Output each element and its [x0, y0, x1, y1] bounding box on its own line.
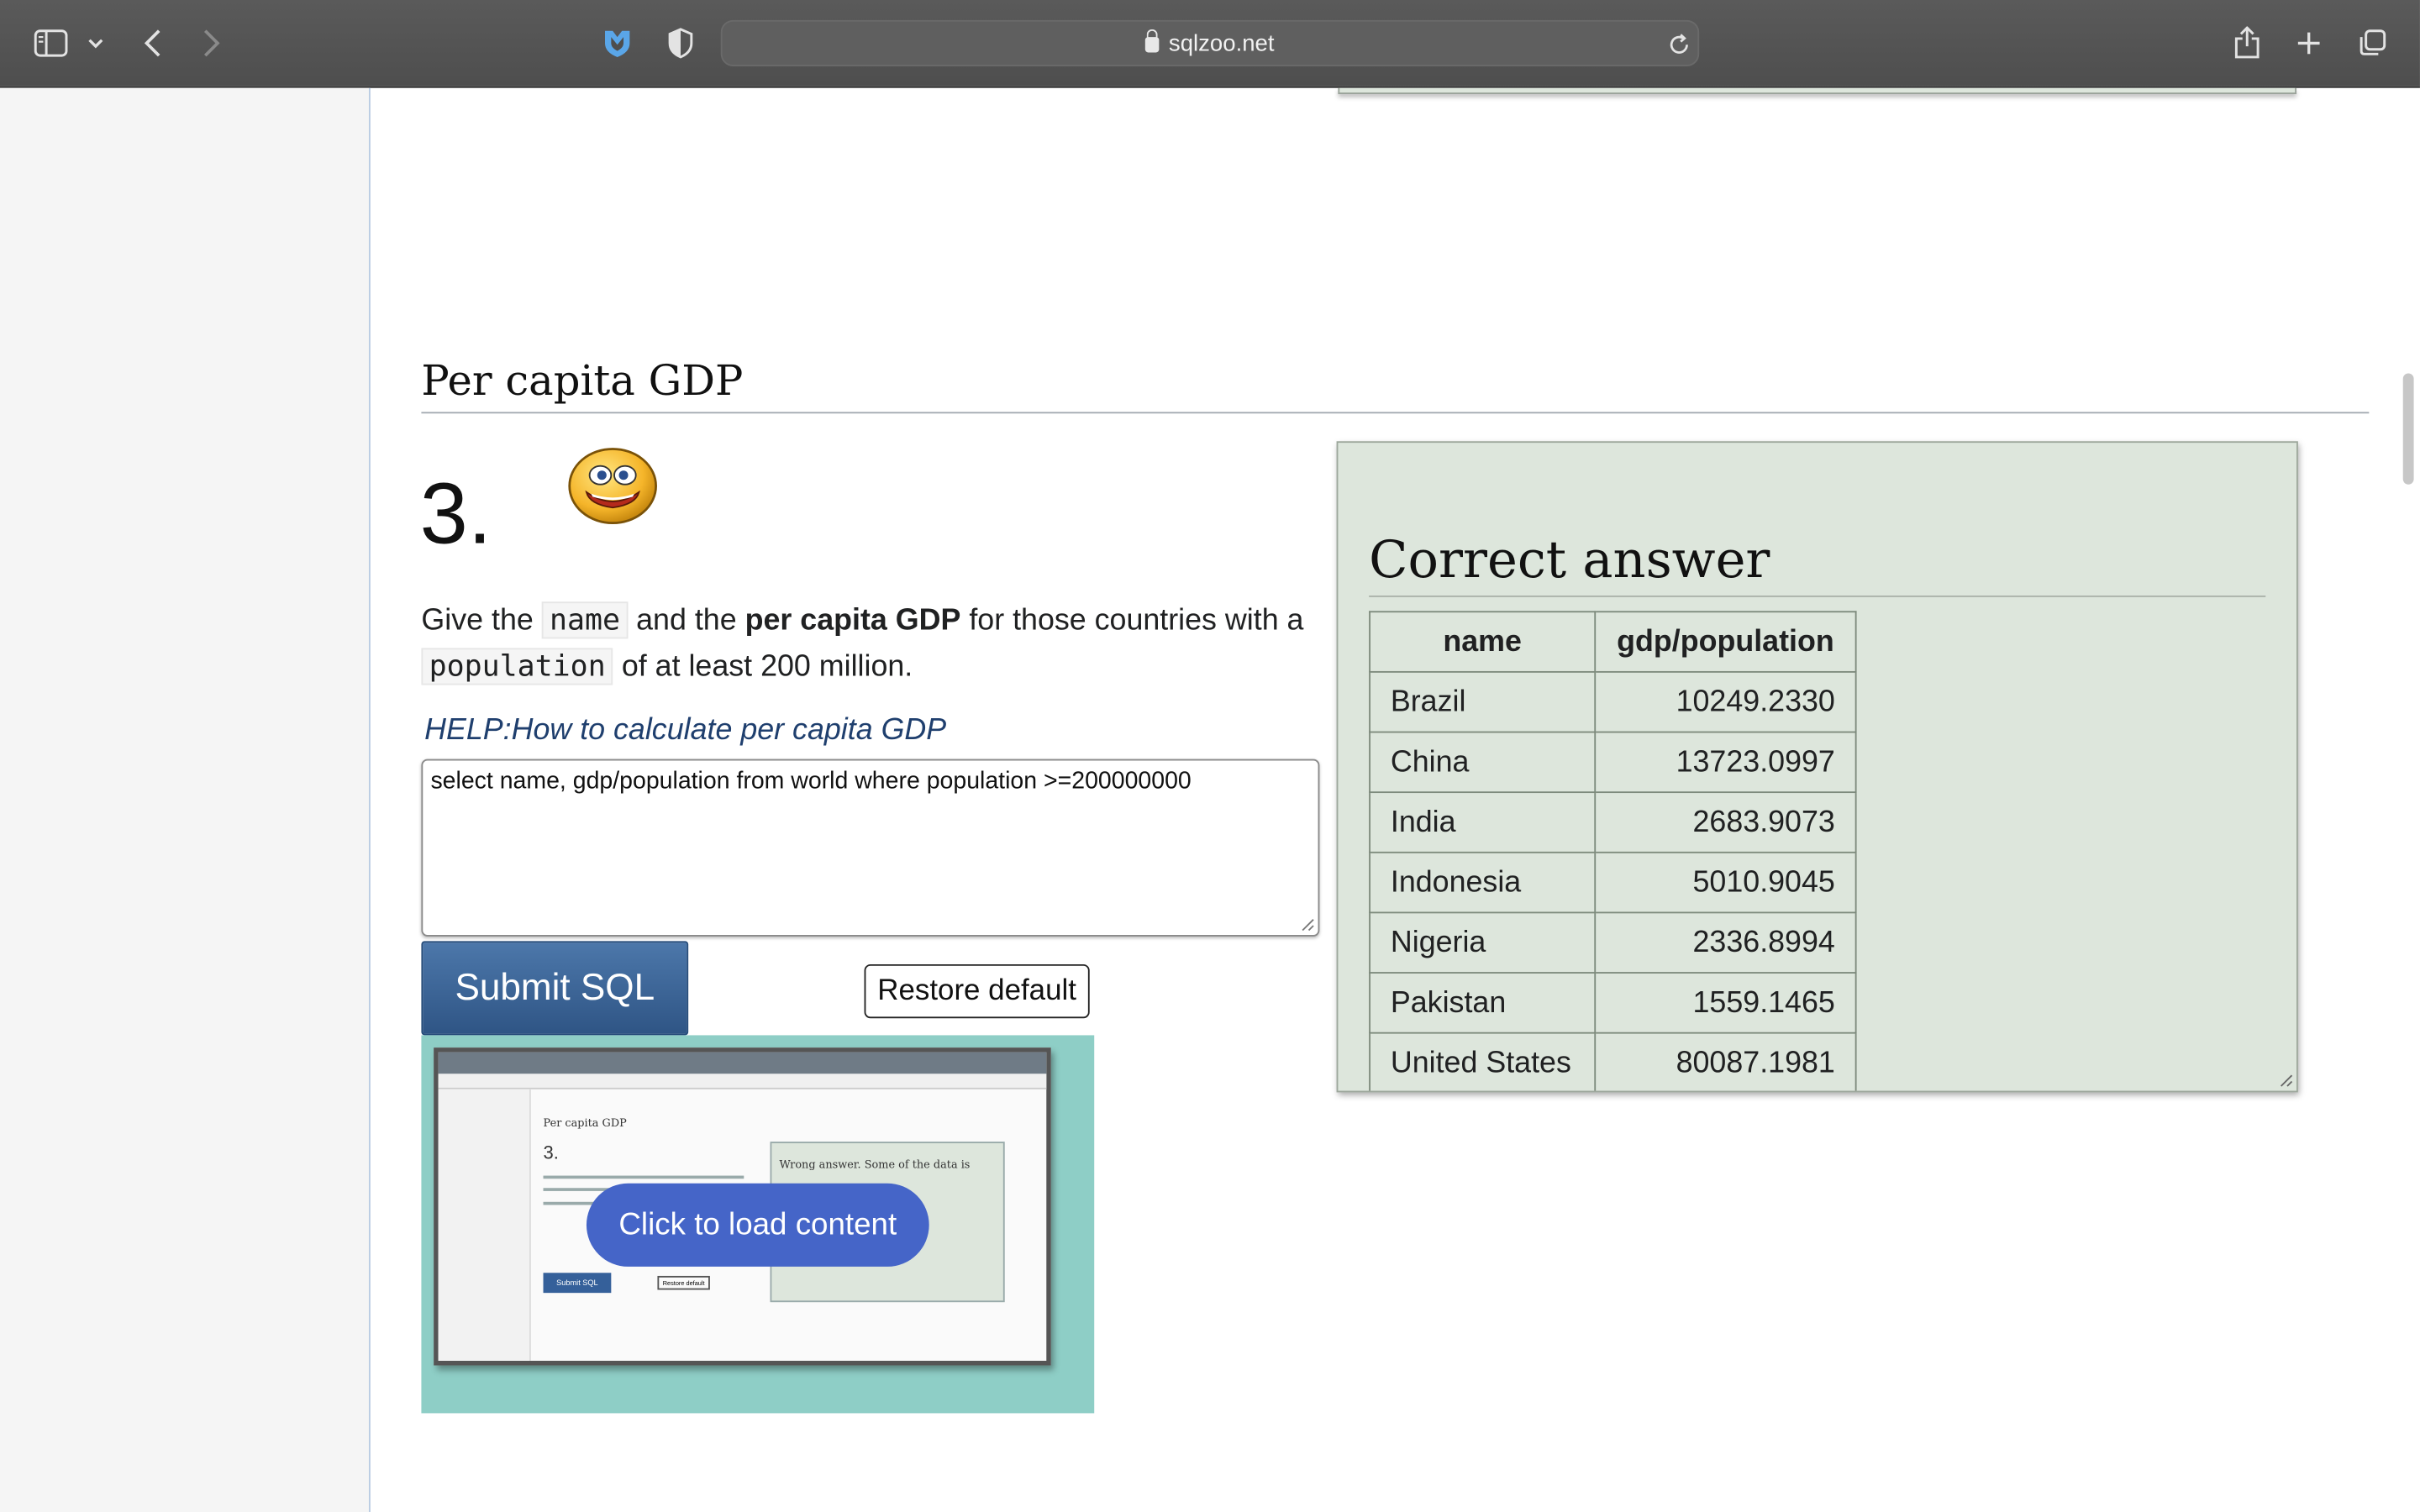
code-name: name	[541, 601, 629, 639]
thumbnail-restore: Restore default	[657, 1275, 710, 1290]
browser-toolbar: sqlzoo.net	[0, 0, 2420, 88]
column-header-name: name	[1369, 611, 1597, 673]
cell-name: Pakistan	[1369, 972, 1597, 1034]
sidebar-icon[interactable]	[31, 26, 71, 60]
tabs-overview-icon[interactable]	[2354, 24, 2391, 61]
page-scrollbar[interactable]	[2402, 373, 2414, 485]
load-content-button[interactable]: Click to load content	[586, 1183, 929, 1267]
cell-value: 5010.9045	[1594, 851, 1857, 914]
table-row: India 2683.9073	[1369, 791, 1857, 853]
thumbnail-number: 3.	[543, 1142, 559, 1163]
table-row: Brazil 10249.2330	[1369, 670, 1857, 733]
section-title: Per capita GDP	[421, 358, 744, 407]
left-sidebar	[0, 87, 371, 1512]
table-row: Nigeria 2336.8994	[1369, 911, 1857, 974]
cell-value: 10249.2330	[1594, 670, 1857, 733]
privacy-shield-icon[interactable]	[664, 24, 697, 61]
cell-value: 80087.1981	[1594, 1032, 1857, 1091]
help-link[interactable]: HELP:How to calculate per capita GDP	[424, 713, 946, 748]
address-bar[interactable]: sqlzoo.net	[720, 19, 1700, 66]
submit-sql-button[interactable]: Submit SQL	[421, 941, 689, 1036]
restore-default-button[interactable]: Restore default	[864, 963, 1090, 1019]
sql-editor[interactable]: select name, gdp/population from world w…	[421, 759, 1320, 937]
column-header-gdp-population: gdp/population	[1594, 611, 1857, 673]
share-icon[interactable]	[2228, 24, 2265, 64]
thumbnail-submit: Submit SQL	[543, 1273, 612, 1294]
cell-name: Indonesia	[1369, 851, 1597, 914]
cell-name: China	[1369, 731, 1597, 794]
question-number: 3.	[419, 464, 492, 562]
cell-name: Nigeria	[1369, 911, 1597, 974]
panel-resize-icon[interactable]	[2280, 1074, 2294, 1088]
correct-answer-panel: Correct answer name gdp/population Brazi…	[1336, 441, 2298, 1093]
url-text: sqlzoo.net	[1168, 30, 1275, 57]
code-population: population	[421, 648, 613, 685]
answer-title: Correct answer	[1369, 528, 1770, 590]
answer-divider	[1369, 595, 2266, 597]
thumbnail-answer-text: Wrong answer. Some of the data is	[779, 1158, 971, 1172]
video-thumbnail[interactable]: Per capita GDP 3. Wrong answer. Some of …	[421, 1035, 1095, 1414]
table-row: United States 80087.1981	[1369, 1032, 1857, 1091]
table-row: Pakistan 1559.1465	[1369, 972, 1857, 1034]
resize-grip-icon[interactable]	[1301, 918, 1315, 932]
table-header-row: name gdp/population	[1369, 611, 1857, 673]
table-row: Indonesia 5010.9045	[1369, 851, 1857, 914]
back-icon[interactable]	[136, 24, 170, 61]
lock-icon	[1145, 29, 1160, 53]
reload-icon[interactable]	[1667, 31, 1691, 59]
cell-name: Brazil	[1369, 670, 1597, 733]
bold-phrase: per capita GDP	[744, 603, 961, 638]
previous-answer-panel-edge	[1338, 87, 2297, 95]
table-row: China 13723.0997	[1369, 731, 1857, 794]
cell-name: India	[1369, 791, 1597, 853]
sql-text[interactable]: select name, gdp/population from world w…	[430, 769, 1191, 795]
smiley-face-icon	[568, 446, 658, 525]
extension-shield-icon[interactable]	[600, 24, 634, 61]
cell-value: 1559.1465	[1594, 972, 1857, 1034]
forward-icon[interactable]	[194, 24, 228, 61]
answer-table: name gdp/population Brazil 10249.2330 Chi…	[1369, 611, 1857, 1091]
new-tab-icon[interactable]	[2291, 26, 2325, 60]
thumbnail-title: Per capita GDP	[543, 1116, 627, 1130]
chevron-down-icon[interactable]	[85, 31, 107, 55]
cell-value: 2336.8994	[1594, 911, 1857, 974]
section-divider	[421, 412, 2370, 414]
cell-value: 13723.0997	[1594, 731, 1857, 794]
cell-value: 2683.9073	[1594, 791, 1857, 853]
question-text: Give the name and the per capita GDP for…	[421, 601, 1304, 685]
cell-name: United States	[1369, 1032, 1597, 1091]
